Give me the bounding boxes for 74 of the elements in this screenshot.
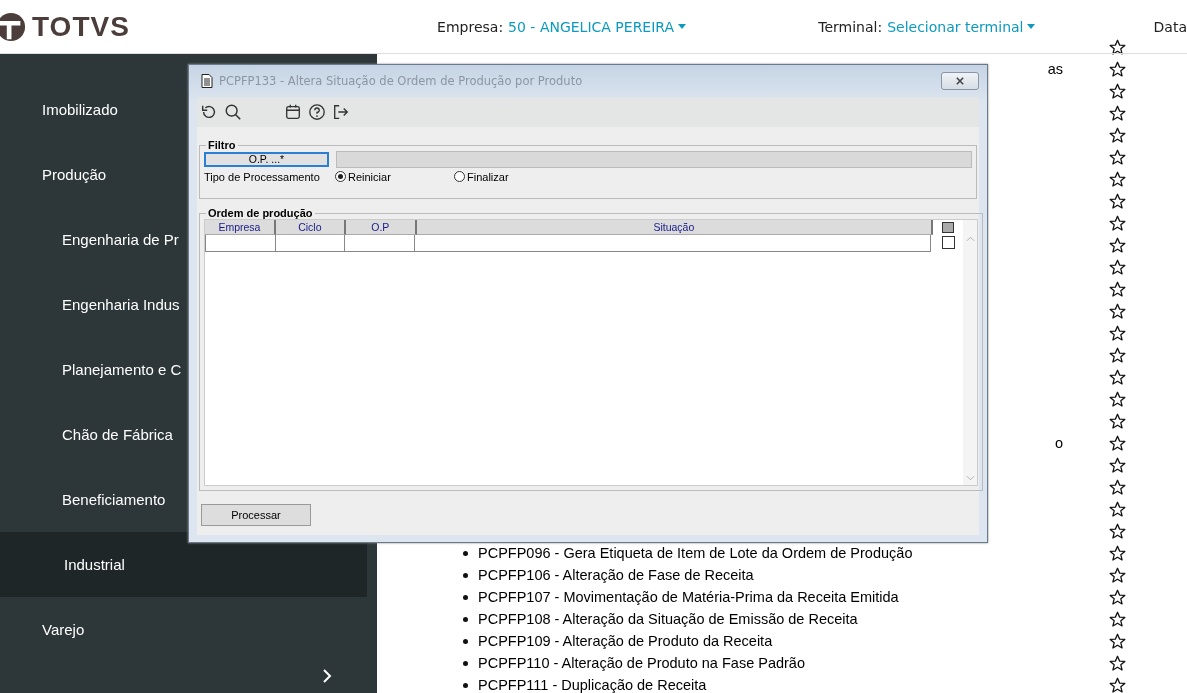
sidebar-item[interactable]: Industrial <box>0 532 367 597</box>
radio-label: Finalizar <box>467 170 509 183</box>
star-icon[interactable] <box>1109 610 1126 628</box>
process-button[interactable]: Processar <box>201 504 311 526</box>
star-icon[interactable] <box>1109 390 1126 408</box>
table-cell <box>205 235 276 252</box>
close-button[interactable] <box>941 72 979 90</box>
field-label: Tipo de Processamento <box>204 170 321 183</box>
star-icon[interactable] <box>1109 566 1126 584</box>
program-link[interactable]: PCPFP106 - Alteração de Fase de Receita <box>478 567 754 583</box>
sidebar-item[interactable]: Varejo <box>0 597 365 662</box>
help-icon[interactable] <box>308 103 326 121</box>
star-icon[interactable] <box>1109 456 1126 474</box>
calendar-icon[interactable] <box>284 103 302 121</box>
star-icon[interactable] <box>1109 192 1126 210</box>
table-cell <box>276 235 345 252</box>
star-icon[interactable] <box>1109 82 1126 100</box>
window-title: PCPFP133 - Altera Situação de Ordem de Produção por Produto <box>219 74 584 88</box>
program-link[interactable]: PCPFP108 - Alteração da Situação de Emissão de Receita <box>478 611 858 627</box>
order-lookup-button[interactable]: O.P. ...* <box>204 152 329 167</box>
order-field[interactable] <box>336 151 972 168</box>
chevron-right-icon <box>322 668 332 684</box>
column-header[interactable]: Situação <box>416 220 933 235</box>
group-title: Ordem de produção <box>207 207 314 219</box>
star-icon[interactable] <box>1109 148 1126 166</box>
terminal-label: Terminal: <box>818 18 883 35</box>
program-link[interactable]: PCPFP109 - Alteração de Produto da Receita <box>478 633 773 649</box>
program-link[interactable]: o <box>1054 435 1063 451</box>
column-header[interactable]: Ciclo <box>275 220 346 235</box>
star-icon[interactable] <box>1109 434 1126 452</box>
star-icon[interactable] <box>1109 522 1126 540</box>
header-corner-button[interactable] <box>942 222 954 233</box>
radio-button[interactable] <box>335 171 346 182</box>
star-icon[interactable] <box>1109 38 1126 56</box>
group-title: Filtro <box>207 139 237 151</box>
row-checkbox[interactable] <box>941 236 955 249</box>
radio-button[interactable] <box>454 171 465 182</box>
radio-label: Reiniciar <box>348 170 391 183</box>
star-icon[interactable] <box>1109 258 1126 276</box>
star-icon[interactable] <box>1109 346 1126 364</box>
star-icon[interactable] <box>1109 104 1126 122</box>
star-icon[interactable] <box>1109 632 1126 650</box>
undo-icon[interactable] <box>200 103 218 121</box>
star-icon[interactable] <box>1109 368 1126 386</box>
star-icon[interactable] <box>1109 214 1126 232</box>
document-icon <box>201 74 213 88</box>
star-icon[interactable] <box>1109 60 1126 78</box>
column-header[interactable]: O.P <box>345 220 417 235</box>
star-icon[interactable] <box>1109 302 1126 320</box>
program-link[interactable]: as <box>1047 61 1063 77</box>
date-label: Data <box>1153 18 1187 35</box>
star-icon[interactable] <box>1109 126 1126 144</box>
star-icon[interactable] <box>1109 170 1126 188</box>
star-icon[interactable] <box>1109 544 1126 562</box>
star-icon[interactable] <box>1109 500 1126 518</box>
close-icon <box>955 77 965 85</box>
star-icon[interactable] <box>1109 236 1126 254</box>
program-link[interactable]: PCPFP111 - Duplicação de Receita <box>478 677 707 693</box>
search-icon[interactable] <box>224 103 242 121</box>
star-icon[interactable] <box>1109 324 1126 342</box>
program-link[interactable]: PCPFP110 - Alteração de Produto na Fase Padrão <box>478 655 805 671</box>
table-cell <box>345 235 415 252</box>
program-link[interactable]: PCPFP096 - Gera Etiqueta de Item de Lote da Ordem de Produção <box>478 545 913 561</box>
star-icon[interactable] <box>1109 676 1126 693</box>
star-icon[interactable] <box>1109 280 1126 298</box>
logo-text: TOTVS <box>32 10 130 43</box>
program-link[interactable]: PCPFP107 - Movimentação de Matéria-Prima da Receita Emitida <box>478 589 899 605</box>
star-icon[interactable] <box>1109 588 1126 606</box>
column-header[interactable]: Empresa <box>205 220 276 235</box>
company-label: Empresa: <box>437 18 504 35</box>
star-icon[interactable] <box>1109 654 1126 672</box>
star-icon[interactable] <box>1109 412 1126 430</box>
star-icon[interactable] <box>1109 478 1126 496</box>
exit-icon[interactable] <box>332 103 350 121</box>
